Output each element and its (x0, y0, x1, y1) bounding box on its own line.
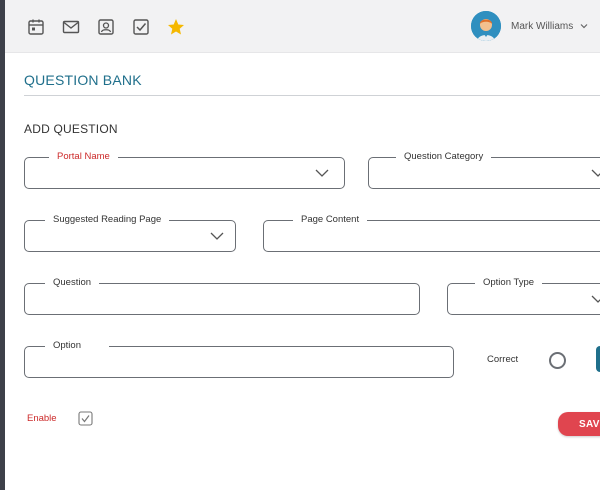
avatar-icon (471, 11, 501, 41)
star-icon[interactable] (167, 18, 185, 36)
question-category-select[interactable]: Question Category (368, 151, 600, 189)
top-toolbar: Mark Williams (5, 0, 600, 53)
page-content-label: Page Content (293, 214, 368, 226)
calendar-icon[interactable] (27, 18, 45, 36)
option-type-label: Option Type (475, 277, 543, 289)
question-label: Question (45, 277, 100, 289)
enable-checkbox[interactable] (78, 411, 93, 426)
contact-icon[interactable] (97, 18, 115, 36)
option-input[interactable]: Option (24, 340, 454, 378)
enable-label: Enable (27, 413, 57, 424)
correct-radio[interactable] (549, 352, 566, 369)
chevron-down-icon[interactable] (579, 21, 589, 31)
page-title: QUESTION BANK (24, 72, 142, 88)
correct-label: Correct (487, 354, 519, 365)
chevron-down-icon (210, 231, 224, 241)
user-menu[interactable]: Mark Williams (471, 10, 589, 42)
question-category-label: Question Category (396, 151, 492, 163)
add-option-button[interactable] (596, 346, 600, 372)
chevron-down-icon (315, 168, 329, 178)
suggested-reading-page-label: Suggested Reading Page (45, 214, 170, 226)
chevron-down-icon (591, 294, 600, 304)
suggested-reading-page-select[interactable]: Suggested Reading Page (24, 214, 236, 252)
user-name: Mark Williams (511, 20, 574, 32)
chevron-down-icon (591, 168, 600, 178)
checklist-icon[interactable] (132, 18, 150, 36)
portal-name-select[interactable]: Portal Name (24, 151, 345, 189)
option-type-select[interactable]: Option Type (447, 277, 600, 315)
page: Mark Williams QUESTION BANK ADD QUESTION… (5, 0, 600, 490)
save-button[interactable]: SAVE (558, 412, 600, 436)
form-subtitle: ADD QUESTION (24, 122, 118, 136)
mail-icon[interactable] (62, 18, 80, 36)
question-input[interactable]: Question (24, 277, 420, 315)
portal-name-label: Portal Name (49, 151, 118, 163)
page-content-input[interactable]: Page Content (263, 214, 600, 252)
option-label: Option (45, 340, 109, 352)
title-divider (24, 95, 600, 96)
